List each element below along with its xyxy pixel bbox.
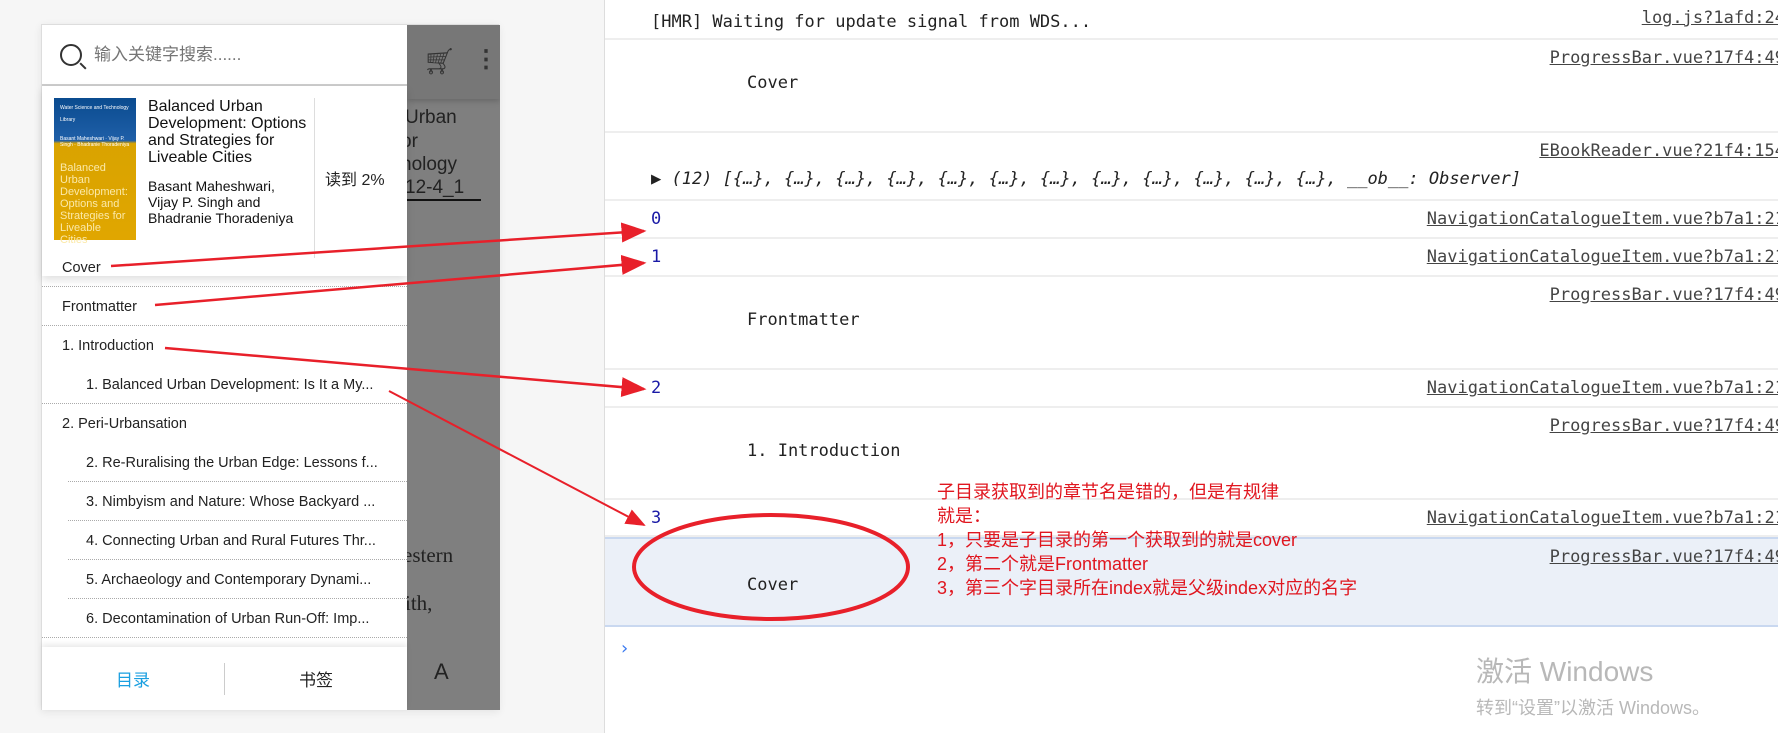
console-source-link[interactable]: ProgressBar.vue?17f4:49 [1550, 416, 1778, 436]
catalogue-item-label: Cover [62, 259, 101, 276]
search-input[interactable] [94, 44, 374, 65]
catalogue-item-label: Frontmatter [62, 298, 137, 315]
annotation-note: 子目录获取到的章节名是错的，但是有规律 就是： 1，只要是子目录的第一个获取到的就是… [937, 480, 1357, 600]
reader-text: ith, [407, 591, 433, 615]
reader-text: Urban [407, 107, 457, 128]
console-row: Cover ProgressBar.vue?17f4:49 [605, 40, 1778, 133]
ebook-reader-app: 🛒︎ ⋮ Urban or nology 12-4_1 estern ith, … [41, 24, 500, 710]
catalogue-item[interactable]: Cover [42, 248, 407, 287]
catalogue-item[interactable]: 1. Balanced Urban Development: Is It a M… [42, 365, 407, 404]
console-message: Frontmatter [747, 310, 860, 330]
catalogue-item[interactable]: 1. Introduction [42, 326, 407, 365]
console-row: 0 NavigationCatalogueItem.vue?b7a1:21 [605, 201, 1778, 239]
console-source-link[interactable]: EBookReader.vue?21f4:154 [1539, 141, 1778, 161]
reader-text: 12-4_1 [407, 177, 481, 201]
catalogue-item[interactable]: 2. Re-Ruralising the Urban Edge: Lessons… [42, 443, 407, 482]
catalogue-item-label: 4. Connecting Urban and Rural Futures Th… [86, 532, 376, 549]
catalogue-item[interactable]: Frontmatter [42, 287, 407, 326]
annotation-line: 就是： [937, 506, 991, 526]
console-row: ▶ (12) [{…}, {…}, {…}, {…}, {…}, {…}, {…… [605, 133, 1778, 201]
catalogue-item[interactable]: 4. Connecting Urban and Rural Futures Th… [42, 521, 407, 560]
annotation-line: 3，第三个字目录所在index就是父级index对应的名字 [937, 578, 1358, 598]
cover-title: Balanced Urban Development: Options and … [60, 162, 128, 246]
reader-header: 🛒︎ ⋮ [407, 25, 500, 99]
cart-icon[interactable]: 🛒︎ [423, 47, 456, 77]
console-row: 2 NavigationCatalogueItem.vue?b7a1:21 [605, 370, 1778, 408]
book-info: Balanced Urban Development: Options and … [148, 98, 308, 264]
console-message: Cover [747, 575, 799, 595]
console-row: [HMR] Waiting for update signal from WDS… [605, 0, 1778, 40]
reader-text: estern [407, 543, 454, 567]
catalogue-item-label: 2. Re-Ruralising the Urban Edge: Lessons… [86, 454, 378, 471]
catalogue-item-label: 2. Peri-Urbansation [62, 415, 187, 432]
console-row: Frontmatter ProgressBar.vue?17f4:49 [605, 277, 1778, 370]
console-row: 1 NavigationCatalogueItem.vue?b7a1:21 [605, 239, 1778, 277]
cover-series: Water Science and Technology Library [60, 105, 129, 123]
font-size-button[interactable]: A [434, 659, 449, 685]
navigation-sidebar: Water Science and Technology Library Bas… [42, 25, 407, 710]
more-icon[interactable]: ⋮ [474, 45, 498, 74]
search-bar [42, 25, 407, 86]
console-message: 1. Introduction [747, 441, 901, 461]
catalogue-item[interactable]: 5. Archaeology and Contemporary Dynami..… [42, 560, 407, 599]
catalogue-item[interactable]: 2. Peri-Urbansation [42, 404, 407, 443]
annotation-line: 1，只要是子目录的第一个获取到的就是cover [937, 530, 1298, 550]
console-message: ▶ (12) [{…}, {…}, {…}, {…}, {…}, {…}, {…… [651, 169, 1521, 189]
console-source-link[interactable]: ProgressBar.vue?17f4:49 [1550, 48, 1778, 68]
console-message: Cover [747, 73, 799, 93]
catalogue-item-label: 3. Nimbyism and Nature: Whose Backyard .… [86, 493, 376, 510]
console-source-link[interactable]: NavigationCatalogueItem.vue?b7a1:21 [1427, 209, 1778, 229]
devtools-console: [HMR] Waiting for update signal from WDS… [604, 0, 1778, 733]
book-title: Balanced Urban Development: Options and … [148, 98, 307, 166]
console-source-link[interactable]: ProgressBar.vue?17f4:49 [1550, 285, 1778, 305]
reading-progress: 读到 2% [314, 98, 385, 258]
console-message: [HMR] Waiting for update signal from WDS… [651, 12, 1092, 32]
console-message: 1 [651, 247, 662, 267]
console-source-link[interactable]: NavigationCatalogueItem.vue?b7a1:21 [1427, 508, 1778, 528]
reader-text: or [407, 131, 418, 152]
console-message: 2 [651, 378, 662, 398]
search-icon [60, 43, 82, 66]
console-source-link[interactable]: NavigationCatalogueItem.vue?b7a1:21 [1427, 247, 1778, 267]
reader-text: nology [407, 154, 457, 175]
annotation-line: 2，第二个就是Frontmatter [937, 554, 1149, 574]
cover-authors: Basant Maheshwari · Vijay P. Singh · Bha… [60, 136, 130, 148]
console-prompt[interactable]: › [619, 638, 630, 659]
catalogue-item-label: 1. Balanced Urban Development: Is It a M… [86, 376, 374, 393]
catalogue-item-label: 6. Decontamination of Urban Run-Off: Imp… [86, 610, 370, 627]
watermark-subtitle: 转到“设置”以激活 Windows。 [1476, 698, 1711, 718]
windows-activation-watermark: 激活 Windows 转到“设置”以激活 Windows。 [1476, 650, 1710, 720]
book-authors: Basant Maheshwari, Vijay P. Singh and Bh… [148, 178, 294, 226]
console-source-link[interactable]: ProgressBar.vue?17f4:49 [1550, 547, 1778, 567]
tab-bookmark[interactable]: 书签 [225, 666, 407, 691]
tab-catalogue[interactable]: 目录 [42, 666, 224, 691]
console-message: 3 [651, 508, 662, 528]
watermark-title: 激活 Windows [1476, 656, 1654, 687]
bottom-tabs: 目录 书签 [42, 647, 407, 710]
catalogue-item[interactable]: 6. Decontamination of Urban Run-Off: Imp… [42, 599, 407, 638]
annotation-line: 子目录获取到的章节名是错的，但是有规律 [937, 482, 1279, 502]
console-source-link[interactable]: log.js?1afd:24 [1642, 8, 1778, 28]
console-message: 0 [651, 209, 662, 229]
console-source-link[interactable]: NavigationCatalogueItem.vue?b7a1:21 [1427, 378, 1778, 398]
book-cover-image: Water Science and Technology Library Bas… [54, 98, 136, 246]
catalogue-item-label: 5. Archaeology and Contemporary Dynami..… [86, 571, 372, 588]
reader-content: 🛒︎ ⋮ Urban or nology 12-4_1 estern ith, … [407, 25, 500, 710]
catalogue-item-label: 1. Introduction [62, 337, 154, 354]
catalogue-item[interactable]: 3. Nimbyism and Nature: Whose Backyard .… [42, 482, 407, 521]
